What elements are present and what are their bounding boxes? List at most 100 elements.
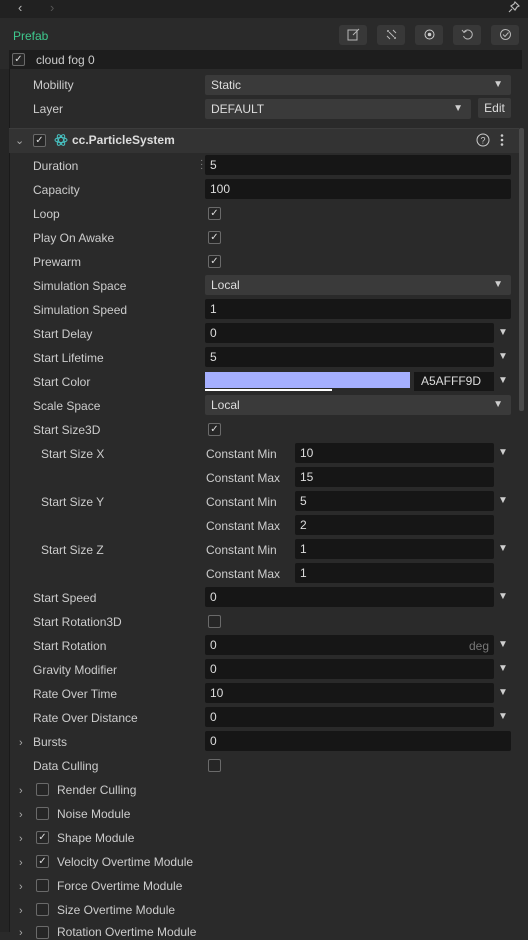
module-label: Force Overtime Module — [57, 879, 183, 893]
rate-over-distance-input[interactable]: 0 — [205, 707, 494, 727]
capacity-label: Capacity — [33, 183, 80, 197]
constant-min-label: Constant Min — [206, 543, 277, 557]
chevron-down-icon[interactable]: ▼ — [498, 659, 508, 679]
size-x-min-input[interactable]: 10 — [295, 443, 494, 463]
scrollbar[interactable] — [519, 128, 524, 411]
node-name-row: ✓ cloud fog 0 — [9, 50, 522, 69]
more-menu-icon[interactable] — [499, 133, 505, 150]
chevron-right-icon[interactable]: › — [19, 784, 23, 798]
start-delay-input[interactable]: 0 — [205, 323, 494, 343]
simulation-space-select[interactable]: Local ▼ — [205, 275, 511, 295]
node-enabled-checkbox[interactable]: ✓ — [12, 53, 25, 66]
chevron-down-icon[interactable]: ▼ — [498, 323, 508, 343]
simulation-speed-input[interactable]: 1 — [205, 299, 511, 319]
size-z-min-input[interactable]: 1 — [295, 539, 494, 559]
constant-min-label: Constant Min — [206, 495, 277, 509]
chevron-down-icon[interactable]: ▼ — [498, 347, 508, 367]
module-label: Size Overtime Module — [57, 903, 176, 917]
help-icon[interactable]: ? — [476, 133, 490, 150]
start-color-hex-input[interactable]: A5AFFF9D — [414, 372, 494, 391]
rate-over-time-input[interactable]: 10 — [205, 683, 494, 703]
start-speed-label: Start Speed — [33, 591, 97, 605]
module-label: Render Culling — [57, 783, 137, 797]
size-overtime-checkbox[interactable] — [36, 903, 49, 916]
start-size-x-label: Start Size X — [41, 447, 105, 461]
layer-select[interactable]: DEFAULT ▼ — [205, 99, 471, 119]
play-on-awake-label: Play On Awake — [33, 231, 115, 245]
node-name-field[interactable]: cloud fog 0 — [36, 53, 95, 67]
rate-over-distance-label: Rate Over Distance — [33, 711, 138, 725]
loop-checkbox[interactable]: ✓ — [208, 207, 221, 220]
prewarm-checkbox[interactable]: ✓ — [208, 255, 221, 268]
revert-prefab-button[interactable] — [453, 25, 481, 45]
start-color-swatch[interactable] — [205, 372, 410, 388]
size-x-max-input[interactable]: 15 — [295, 467, 494, 487]
edit-layer-button[interactable]: Edit — [478, 98, 511, 118]
rate-over-time-label: Rate Over Time — [33, 687, 118, 701]
chevron-right-icon[interactable]: › — [19, 904, 23, 918]
unlink-prefab-button[interactable] — [377, 25, 405, 45]
component-enabled-checkbox[interactable]: ✓ — [33, 134, 46, 147]
simulation-speed-label: Simulation Speed — [33, 303, 128, 317]
start-rotation-label: Start Rotation — [33, 639, 107, 653]
start-lifetime-input[interactable]: 5 — [205, 347, 494, 367]
apply-prefab-button[interactable] — [491, 25, 519, 45]
size-z-max-input[interactable]: 1 — [295, 563, 494, 583]
start-size3d-checkbox[interactable]: ✓ — [208, 423, 221, 436]
layer-label: Layer — [33, 102, 64, 116]
start-delay-label: Start Delay — [33, 327, 93, 341]
chevron-down-icon: ▼ — [493, 399, 503, 410]
chevron-right-icon[interactable]: › — [19, 856, 23, 870]
render-culling-checkbox[interactable] — [36, 783, 49, 796]
locate-prefab-button[interactable] — [415, 25, 443, 45]
chevron-right-icon[interactable]: › — [19, 880, 23, 894]
capacity-input[interactable]: 100 — [205, 179, 511, 199]
chevron-right-icon[interactable]: › — [19, 736, 23, 750]
play-on-awake-checkbox[interactable]: ✓ — [208, 231, 221, 244]
forward-icon[interactable]: › — [50, 0, 54, 16]
chevron-down-icon[interactable]: ⌄ — [15, 134, 24, 148]
constant-min-label: Constant Min — [206, 447, 277, 461]
chevron-down-icon[interactable]: ▼ — [498, 683, 508, 703]
shape-module-checkbox[interactable]: ✓ — [36, 831, 49, 844]
layer-value: DEFAULT — [211, 102, 265, 116]
start-rotation3d-checkbox[interactable] — [208, 615, 221, 628]
module-label: Shape Module — [57, 831, 135, 845]
force-overtime-checkbox[interactable] — [36, 879, 49, 892]
loop-label: Loop — [33, 207, 60, 221]
component-name: cc.ParticleSystem — [72, 133, 175, 147]
start-speed-input[interactable]: 0 — [205, 587, 494, 607]
size-y-max-input[interactable]: 2 — [295, 515, 494, 535]
data-culling-label: Data Culling — [33, 759, 99, 773]
noise-module-checkbox[interactable] — [36, 807, 49, 820]
start-rotation-input[interactable]: 0 — [205, 635, 494, 655]
edit-prefab-button[interactable] — [339, 25, 367, 45]
chevron-down-icon[interactable]: ▼ — [498, 443, 508, 463]
back-icon[interactable]: ‹ — [18, 0, 22, 16]
scale-space-select[interactable]: Local ▼ — [205, 395, 511, 415]
chevron-right-icon[interactable]: › — [19, 832, 23, 846]
chevron-right-icon[interactable]: › — [19, 808, 23, 822]
chevron-down-icon[interactable]: ▼ — [498, 539, 508, 559]
gravity-modifier-input[interactable]: 0 — [205, 659, 494, 679]
chevron-down-icon[interactable]: ▼ — [498, 371, 508, 391]
constant-max-label: Constant Max — [206, 471, 281, 485]
size-y-min-input[interactable]: 5 — [295, 491, 494, 511]
chevron-down-icon[interactable]: ▼ — [498, 635, 508, 655]
velocity-overtime-checkbox[interactable]: ✓ — [36, 855, 49, 868]
rotation-overtime-checkbox[interactable] — [36, 926, 49, 939]
duration-input[interactable]: 5 — [205, 155, 511, 175]
start-lifetime-label: Start Lifetime — [33, 351, 104, 365]
bursts-input[interactable]: 0 — [205, 731, 511, 751]
data-culling-checkbox[interactable] — [208, 759, 221, 772]
mobility-label: Mobility — [33, 78, 74, 92]
component-header[interactable]: ⌄ ✓ cc.ParticleSystem ? — [9, 128, 519, 153]
pin-icon[interactable] — [508, 0, 521, 16]
degree-unit: deg — [469, 639, 490, 653]
mobility-select[interactable]: Static ▼ — [205, 75, 511, 95]
drag-handle-icon[interactable]: · · · — [200, 156, 203, 174]
chevron-down-icon[interactable]: ▼ — [498, 707, 508, 727]
chevron-down-icon[interactable]: ▼ — [498, 491, 508, 511]
chevron-right-icon[interactable]: › — [19, 926, 23, 940]
chevron-down-icon[interactable]: ▼ — [498, 587, 508, 607]
